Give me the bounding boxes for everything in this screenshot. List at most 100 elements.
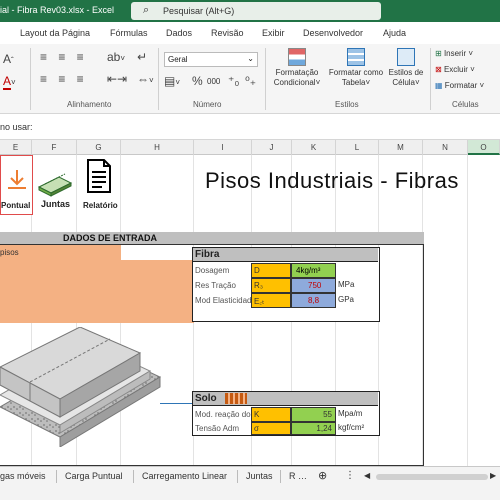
grid-column xyxy=(423,155,468,466)
sheet-tab-relatorio[interactable]: R xyxy=(289,471,296,481)
merge-center-icon[interactable]: ⇔˅ xyxy=(137,72,154,86)
juntas-button[interactable]: Juntas xyxy=(36,163,76,213)
pisos-input-area[interactable] xyxy=(0,260,194,323)
column-header-m[interactable]: M xyxy=(379,140,423,155)
download-arrow-icon xyxy=(8,170,26,189)
solo-row-label: Mod. reação do xyxy=(195,410,251,419)
fibra-dosagem-value[interactable]: 4kg/m³ xyxy=(291,263,336,278)
solo-row-label: Tensão Adm xyxy=(195,424,240,433)
accounting-format-icon[interactable]: ▤˅ xyxy=(164,74,180,88)
column-header-o[interactable]: O xyxy=(468,140,500,155)
column-header-k[interactable]: K xyxy=(292,140,336,155)
group-cells-label: Células xyxy=(452,100,479,109)
juntas-label: Juntas xyxy=(41,199,71,209)
add-sheet-icon[interactable]: ⊕ xyxy=(318,469,327,482)
solo-row-symbol: K xyxy=(251,407,291,422)
number-format-value: Geral xyxy=(168,55,188,64)
cell-styles-icon xyxy=(397,48,415,66)
cell-styles-button[interactable]: Estilos de Célula˅ xyxy=(386,48,426,88)
status-bar xyxy=(0,486,500,500)
tab-data[interactable]: Dados xyxy=(166,28,192,38)
format-icon: ▦ xyxy=(435,81,443,90)
solo-row-unit: kgf/cm² xyxy=(338,423,365,432)
conditional-format-button[interactable]: Formatação Condicional˅ xyxy=(271,48,323,88)
column-header-f[interactable]: F xyxy=(32,140,77,155)
column-header-n[interactable]: N xyxy=(423,140,468,155)
font-grow-icon[interactable]: Aˆ xyxy=(3,52,14,66)
fibra-res-tracao-value[interactable]: 750 xyxy=(291,278,336,293)
column-headers: E F G H I J K L M N O xyxy=(0,140,500,155)
horizontal-scrollbar[interactable] xyxy=(376,474,488,480)
group-styles-label: Estilos xyxy=(335,100,359,109)
ribbon-separator xyxy=(158,48,159,110)
scroll-left-icon[interactable]: ◀ xyxy=(364,471,370,480)
fibra-row-unit: MPa xyxy=(338,280,355,289)
sheet-tab-carga-puntual[interactable]: Carga Puntual xyxy=(65,471,123,481)
tab-page-layout[interactable]: Layout da Página xyxy=(20,28,90,38)
percent-style-icon[interactable]: % xyxy=(192,74,203,88)
solo-mod-reacao-value[interactable]: 55 xyxy=(291,407,336,422)
tab-help[interactable]: Ajuda xyxy=(383,28,406,38)
wrap-text-icon[interactable]: ↵ xyxy=(137,50,147,64)
formula-bar-text: no usar: xyxy=(0,122,33,132)
insert-icon: ⊞ xyxy=(435,49,442,58)
sheet-tab-juntas[interactable]: Juntas xyxy=(246,471,273,481)
tab-more-icon[interactable]: … xyxy=(298,471,307,481)
fibra-row-symbol: D xyxy=(251,263,291,278)
tab-view[interactable]: Exibir xyxy=(262,28,285,38)
indent-icon[interactable]: ⇤⇥ xyxy=(107,72,127,86)
format-button[interactable]: ▦ Formatar ˅ xyxy=(435,81,484,90)
tab-review[interactable]: Revisão xyxy=(211,28,244,38)
fibra-mod-elasticidade-value[interactable]: 8,8 xyxy=(291,293,336,308)
font-color-icon[interactable]: A˅ xyxy=(3,74,16,90)
sheet-tabs-bar: gas móveis Carga Puntual Carregamento Li… xyxy=(0,466,500,486)
conditional-format-icon xyxy=(288,48,306,66)
relatorio-label: Relatório xyxy=(83,201,118,210)
format-as-table-button[interactable]: Formatar como Tabela˅ xyxy=(327,48,385,88)
pontual-button[interactable]: Pontual xyxy=(0,155,33,215)
sheet-tab-cargas-moveis[interactable]: gas móveis xyxy=(0,471,46,481)
chevron-down-icon: ⌄ xyxy=(247,54,254,63)
sheet-title: Pisos Industriais - Fibras xyxy=(205,168,459,193)
formula-bar[interactable]: no usar: xyxy=(0,114,500,140)
number-format-dropdown[interactable]: Geral ⌄ xyxy=(164,52,258,67)
worksheet[interactable]: Pontual Juntas Relatório Pisos Industria… xyxy=(0,155,500,466)
solo-header: Solo xyxy=(193,392,378,406)
tab-developer[interactable]: Desenvolvedor xyxy=(303,28,363,38)
thousands-separator-icon[interactable]: 000 xyxy=(207,77,220,86)
document-icon xyxy=(87,159,111,193)
increase-decimal-icon[interactable]: ⁺₀ xyxy=(228,74,239,88)
align-left-icons[interactable]: ≡ ≡ ≡ xyxy=(40,72,88,86)
tab-formulas[interactable]: Fórmulas xyxy=(110,28,148,38)
solo-row-unit: Mpa/m xyxy=(338,409,363,418)
solo-tensao-adm-value[interactable]: 1,24 xyxy=(291,422,336,435)
relatorio-button[interactable]: Relatório xyxy=(80,155,120,213)
tab-separator xyxy=(56,470,57,483)
scroll-options-icon[interactable]: ⋮ xyxy=(345,470,355,481)
column-header-l[interactable]: L xyxy=(336,140,379,155)
column-header-j[interactable]: J xyxy=(252,140,292,155)
decrease-decimal-icon[interactable]: ⁰₊ xyxy=(245,74,256,88)
insert-button[interactable]: ⊞ Inserir ˅ xyxy=(435,49,473,58)
format-table-icon xyxy=(347,48,365,66)
ribbon-tabs: Layout da Página Fórmulas Dados Revisão … xyxy=(0,22,500,44)
orientation-icon[interactable]: ab˅ xyxy=(107,50,125,64)
tab-separator xyxy=(237,470,238,483)
delete-icon: ⊠ xyxy=(435,65,442,74)
column-header-e[interactable]: E xyxy=(0,140,32,155)
search-box[interactable]: ⌕ Pesquisar (Alt+G) xyxy=(131,2,381,20)
pisos-label-cell: pisos xyxy=(0,245,121,260)
column-header-h[interactable]: H xyxy=(121,140,194,155)
fibra-table: Fibra Dosagem D 4kg/m³ Res Tração R₃ 750… xyxy=(192,247,380,322)
solo-row-symbol: σ xyxy=(251,422,291,435)
fibra-row-label: Mod Elasticidade xyxy=(195,296,251,305)
sheet-tab-carregamento-linear[interactable]: Carregamento Linear xyxy=(142,471,227,481)
delete-button[interactable]: ⊠ Excluir ˅ xyxy=(435,65,475,74)
scroll-right-icon[interactable]: ▶ xyxy=(490,471,496,480)
column-header-g[interactable]: G xyxy=(77,140,121,155)
align-top-icons[interactable]: ≡ ≡ ≡ xyxy=(40,50,88,64)
dados-entrada-header: DADOS DE ENTRADA xyxy=(0,232,424,245)
column-header-i[interactable]: I xyxy=(194,140,252,155)
ribbon-separator xyxy=(430,48,431,110)
ribbon-separator xyxy=(30,48,31,110)
